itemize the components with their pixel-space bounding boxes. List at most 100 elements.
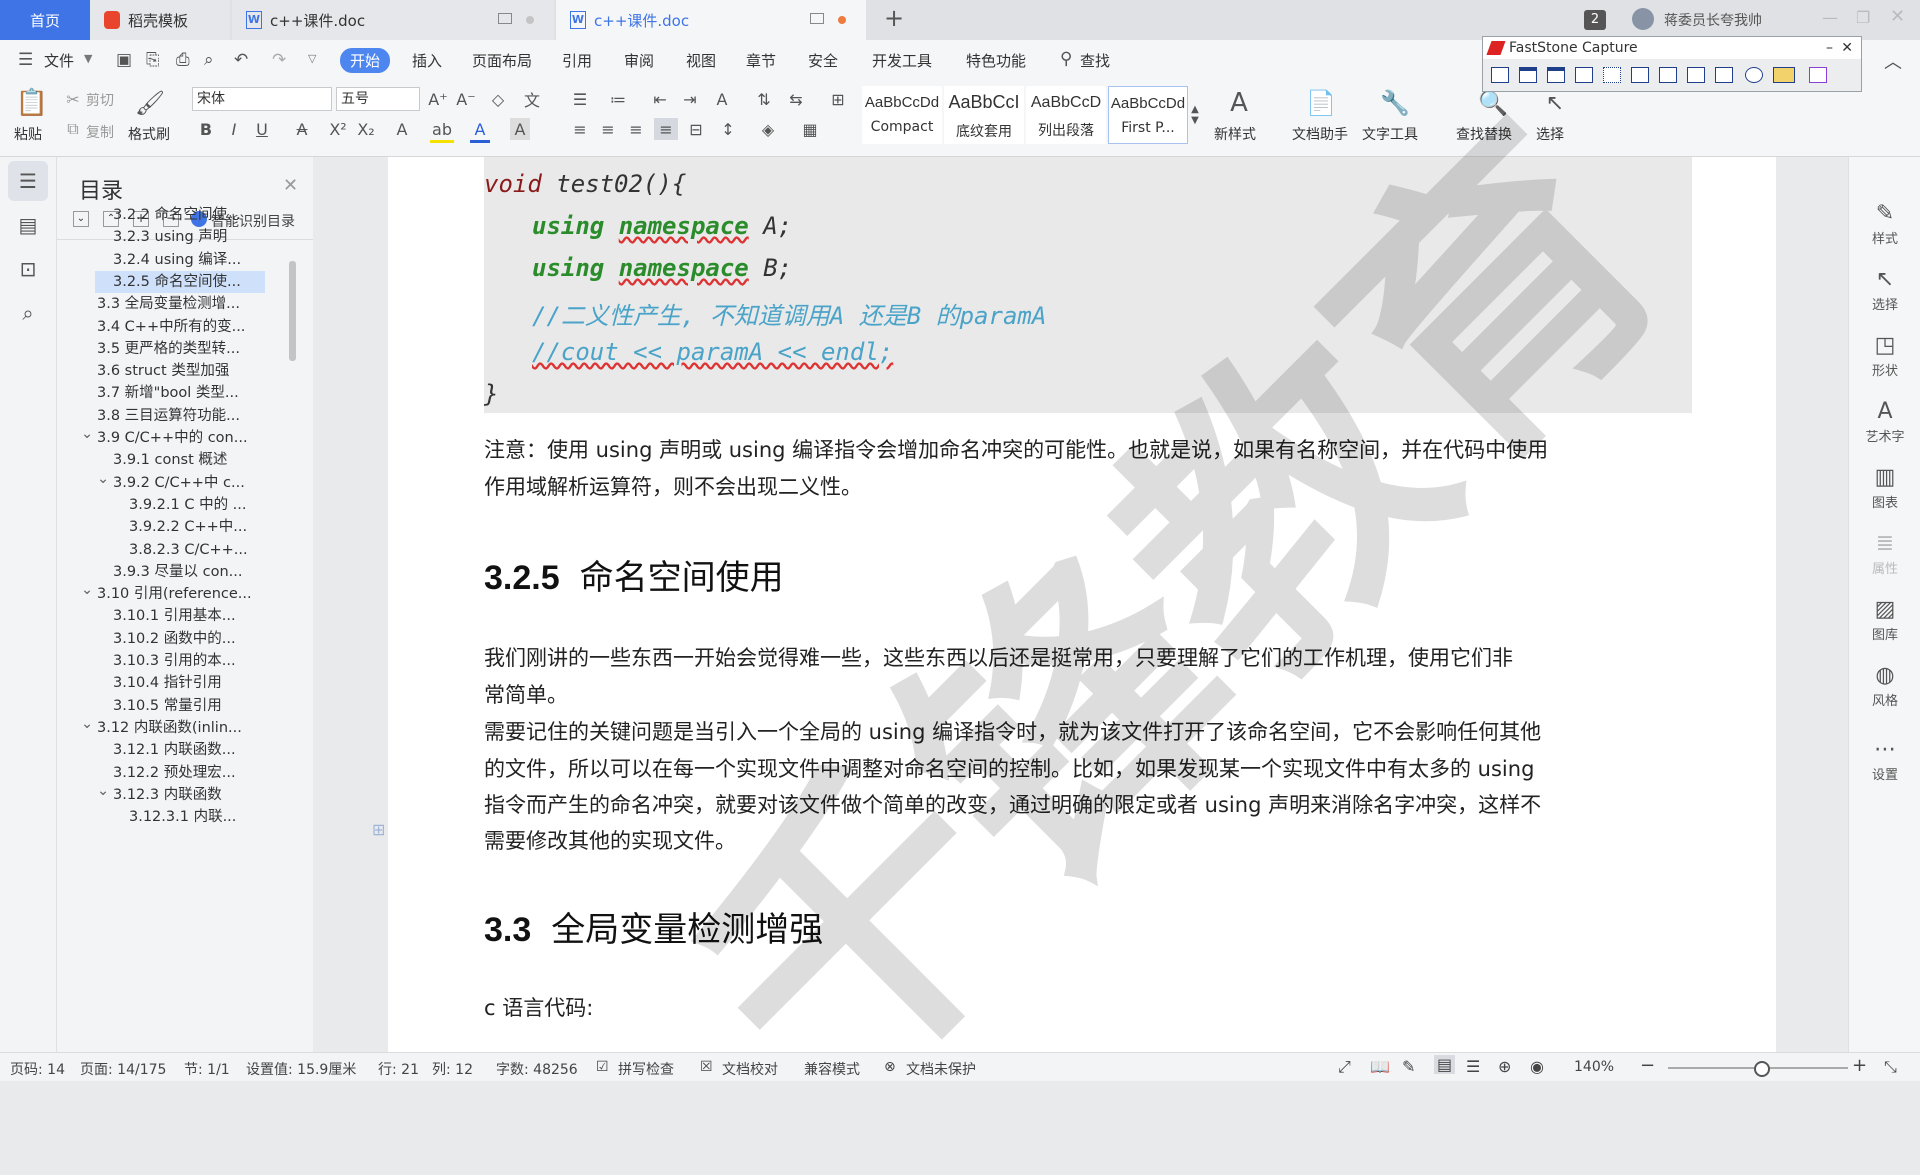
capture-object-icon[interactable] [1547,67,1565,83]
chevron-down-icon[interactable]: ⌄ [81,423,93,445]
phonetic-icon[interactable]: 文 [520,88,544,110]
chevron-down-icon[interactable]: ⌄ [81,579,93,601]
tab-home[interactable]: 首页 [0,0,90,40]
style-first-paragraph[interactable]: AaBbCcDd First P... [1108,86,1188,144]
capture-delay-icon[interactable] [1745,67,1763,83]
collapse-ribbon-icon[interactable]: ︿ [1884,48,1902,74]
fullscreen-icon[interactable]: ⤢ [1338,1057,1351,1077]
subscript-icon[interactable]: X₂ [356,118,376,140]
new-style-label[interactable]: 新样式 [1214,124,1256,144]
bold-icon[interactable]: B [196,118,216,140]
menu-page-layout[interactable]: 页面布局 [472,50,532,71]
print-preview-icon[interactable]: ⌕ [204,50,214,70]
rail-select-button[interactable]: ↖ 选择 [1849,267,1920,313]
capture-fixed-region-icon[interactable] [1687,67,1705,83]
sort-icon[interactable]: ⇅ [752,88,776,110]
font-family-select[interactable]: 宋体 [192,87,332,111]
toc-close-icon[interactable]: ✕ [283,175,298,196]
paste-label[interactable]: 粘贴 [14,124,42,144]
new-style-icon[interactable]: A [1222,86,1256,120]
minimize-icon[interactable]: — [1822,8,1838,27]
capture-open-icon[interactable] [1491,67,1509,83]
chevron-down-icon[interactable]: ▼ [84,52,92,65]
status-word-count[interactable]: 字数: 48256 [496,1059,578,1079]
paste-icon[interactable]: 📋 [16,88,48,118]
italic-icon[interactable]: I [224,118,244,140]
strikethrough-icon[interactable]: A [292,118,312,140]
highlight-icon[interactable]: ab [430,118,454,143]
proofread-icon[interactable]: ☒ [700,1059,713,1075]
status-proofread[interactable]: 文档校对 [722,1059,778,1079]
menu-features[interactable]: 特色功能 [966,50,1026,71]
restore-icon[interactable]: ❐ [1856,8,1870,27]
text-tools-label[interactable]: 文字工具 [1362,124,1418,144]
cut-icon[interactable]: ✂ [64,90,82,109]
tab-document-2[interactable]: W c++课件.doc [556,0,866,40]
bullet-list-icon[interactable]: ☰ [568,88,592,110]
capture-output-icon[interactable] [1773,67,1795,83]
status-spellcheck[interactable]: 拼写检查 [618,1059,674,1079]
chevron-down-icon[interactable]: ⌄ [97,468,109,490]
select-label[interactable]: 选择 [1536,124,1564,144]
doc-assistant-label[interactable]: 文档助手 [1292,124,1348,144]
outline-view-icon[interactable]: ☰ [1466,1057,1480,1076]
bookmark-icon[interactable]: ⊡ [8,249,48,289]
close-tab-icon[interactable] [526,16,534,24]
capture-fullscreen-icon[interactable] [1631,67,1649,83]
tab-document-1[interactable]: W c++课件.doc [232,0,554,40]
menu-dev-tools[interactable]: 开发工具 [872,50,932,71]
text-tools-icon[interactable]: 🔧 [1380,86,1410,120]
text-effect-icon[interactable]: A [392,118,412,140]
menu-insert[interactable]: 插入 [412,50,442,71]
table-grid-icon[interactable]: ⊞ [826,88,850,110]
rail-settings-button[interactable]: ⋯ 设置 [1849,737,1920,783]
user-name[interactable]: 蒋委员长夸我帅 [1664,10,1762,30]
rail-chart-button[interactable]: ▥ 图表 [1849,465,1920,511]
style-compact[interactable]: AaBbCcDd Compact [862,86,942,144]
menu-references[interactable]: 引用 [562,50,592,71]
menu-file[interactable]: 文件 [44,50,74,71]
tab-template[interactable]: 稻壳模板 [90,0,230,40]
menu-search[interactable]: 查找 [1080,50,1110,71]
zoom-out-icon[interactable]: − [1640,1055,1655,1076]
expand-all-icon[interactable]: ⌄ [73,211,89,227]
save-icon[interactable]: ▣ [116,50,132,70]
faststone-titlebar[interactable]: FastStone Capture – ✕ [1483,37,1861,59]
avatar[interactable] [1632,8,1654,30]
copy-icon[interactable]: ⧉ [64,119,82,138]
paragraph-handle-icon[interactable]: ⊞ [372,820,385,839]
quick-access-chevron-icon[interactable]: ▽ [308,52,316,65]
menu-view[interactable]: 视图 [686,50,716,71]
rail-properties-button[interactable]: ≣ 属性 [1849,531,1920,577]
fit-page-icon[interactable]: ⤡ [1884,1057,1897,1077]
read-mode-icon[interactable]: 📖 [1370,1057,1390,1076]
increase-indent-icon[interactable]: ⇥ [678,88,702,110]
menu-start[interactable]: 开始 [340,48,391,73]
write-mode-icon[interactable]: ✎ [1402,1057,1415,1076]
capture-rectangle-icon[interactable] [1575,67,1593,83]
chevron-down-icon[interactable]: ⌄ [81,713,93,735]
find-replace-label[interactable]: 查找替换 [1456,124,1512,144]
hamburger-icon[interactable]: ☰ [18,50,33,70]
web-view-icon[interactable]: ⊕ [1498,1057,1511,1076]
align-center-icon[interactable]: ≡ [596,118,620,140]
grow-font-icon[interactable]: A⁺ [428,88,448,110]
format-painter-label[interactable]: 格式刷 [128,124,170,144]
window-count-badge[interactable]: 2 [1584,10,1606,30]
capture-scrolling-icon[interactable] [1659,67,1677,83]
faststone-capture-toolbar[interactable]: FastStone Capture – ✕ [1482,36,1862,92]
asian-layout-icon[interactable]: A [710,88,734,110]
zoom-level[interactable]: 140% [1574,1059,1614,1075]
spellcheck-icon[interactable]: ☑ [596,1059,609,1075]
font-size-select[interactable]: 五号 [336,87,420,111]
toc-scrollbar[interactable] [289,261,296,361]
toc-view-icon[interactable]: ☰ [8,161,48,201]
new-tab-button[interactable]: + [884,4,904,32]
rail-style-button[interactable]: ✎ 样式 [1849,201,1920,247]
decrease-indent-icon[interactable]: ⇤ [648,88,672,110]
close-icon[interactable]: ✕ [1890,6,1905,27]
line-spacing-icon[interactable]: ↕ [716,118,740,140]
rail-gallery-button[interactable]: ▨ 图库 [1849,597,1920,643]
clear-format-icon[interactable]: ◇ [488,88,508,110]
menu-review[interactable]: 审阅 [624,50,654,71]
